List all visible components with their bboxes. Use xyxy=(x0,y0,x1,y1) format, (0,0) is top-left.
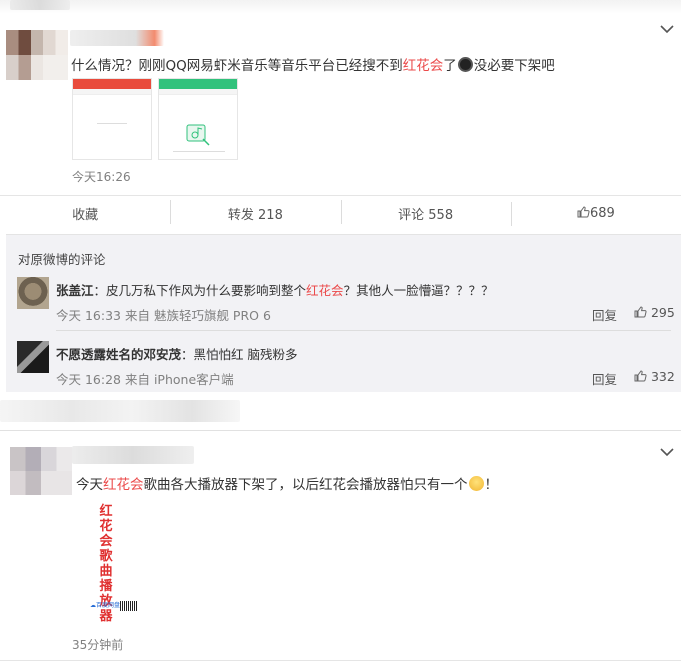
topic-link[interactable]: 红花会 xyxy=(403,58,444,74)
post-text-start: 今天 xyxy=(76,477,103,493)
comment-like-button[interactable]: 332 xyxy=(634,369,675,384)
post-text-mid: 了 xyxy=(443,58,457,74)
post-divider xyxy=(0,430,681,431)
comment-meta: 今天 16:33 来自 魅族轻巧旗舰 PRO 6 xyxy=(56,308,271,323)
image-thumbnail[interactable]: 红花会歌曲播放器 ☁百度网盘 xyxy=(86,500,142,624)
thumbs-up-icon xyxy=(577,206,590,221)
reply-button[interactable]: 回复 xyxy=(592,369,617,388)
comment-author[interactable]: 张盖江 xyxy=(56,283,94,298)
like-count: 689 xyxy=(589,206,615,221)
comment-divider xyxy=(56,330,671,331)
image-thumbnail[interactable] xyxy=(72,78,152,160)
avatar[interactable] xyxy=(17,341,49,373)
blurred-strip xyxy=(10,0,70,10)
comment-like-button[interactable]: 295 xyxy=(634,305,675,320)
poster-brand: 百度网盘 xyxy=(96,602,121,609)
comments-header: 对原微博的评论 xyxy=(18,252,106,267)
post-text-after: 歌曲各大播放器下架了，以后红花会播放器怕只有一个 xyxy=(143,477,468,493)
emoji-icon xyxy=(468,476,484,491)
favorite-button[interactable]: 收藏 xyxy=(0,204,170,223)
username-blurred[interactable] xyxy=(72,446,194,464)
chevron-down-icon[interactable] xyxy=(660,22,674,38)
post-text-before: 什么情况？刚刚QQ网易虾米音乐等音乐平台已经搜不到 xyxy=(71,58,403,74)
post-text: 今天红花会歌曲各大播放器下架了，以后红花会播放器怕只有一个 ！ xyxy=(76,473,498,493)
comment-button[interactable]: 评论 558 xyxy=(340,200,511,224)
post-time[interactable]: 35分钟前 xyxy=(72,636,123,653)
comment-text-before: 皮几万私下作风为什么要影响到整个 xyxy=(106,283,307,298)
barcode-icon xyxy=(120,601,138,611)
comment-author[interactable]: 不愿透露姓名的邓安茂 xyxy=(56,347,181,362)
reply-button[interactable]: 回复 xyxy=(592,305,617,324)
post-text-end: ！ xyxy=(484,477,499,493)
emoji-icon xyxy=(457,57,473,72)
post-time[interactable]: 今天16:26 xyxy=(72,168,131,185)
topic-link[interactable]: 红花会 xyxy=(306,283,344,298)
comment-text: 不愿透露姓名的邓安茂：黑怕怕红 脑残粉多 xyxy=(56,344,298,363)
chevron-down-icon[interactable] xyxy=(660,445,674,461)
comment-separator: ： xyxy=(93,283,107,298)
thumbs-up-icon xyxy=(634,369,647,384)
repost-button[interactable]: 转发 218 xyxy=(170,200,340,224)
like-count: 295 xyxy=(650,305,675,320)
comment-separator: ： xyxy=(181,347,194,362)
music-search-empty-icon xyxy=(185,123,211,151)
thumbs-up-icon xyxy=(634,305,647,320)
image-thumbnail[interactable] xyxy=(158,78,238,160)
bottom-divider xyxy=(0,660,681,661)
comment-meta: 今天 16:28 来自 iPhone客户端 xyxy=(56,372,234,387)
top-edge xyxy=(0,0,681,14)
like-button[interactable]: 689 xyxy=(510,202,681,226)
avatar[interactable] xyxy=(6,30,68,80)
like-count: 332 xyxy=(650,369,675,384)
comment-body: 黑怕怕红 脑残粉多 xyxy=(193,347,298,362)
post-text-after: 没必要下架吧 xyxy=(473,58,555,74)
comment-text-after: ？其他人一脸懵逼？？？？ xyxy=(343,283,494,298)
topic-link[interactable]: 红花会 xyxy=(103,477,144,493)
original-post-comments: 对原微博的评论 张盖江：皮几万私下作风为什么要影响到整个红花会？其他人一脸懵逼？… xyxy=(6,234,681,392)
username-blurred[interactable] xyxy=(70,30,164,46)
post-text: 什么情况？刚刚QQ网易虾米音乐等音乐平台已经搜不到红花会了 没必要下架吧 xyxy=(71,54,555,74)
avatar[interactable] xyxy=(10,447,72,495)
avatar[interactable] xyxy=(17,277,49,309)
baidu-netdisk-logo: ☁百度网盘 xyxy=(90,600,120,609)
blurred-strip xyxy=(0,400,240,422)
action-bar: 收藏 转发 218 评论 558 689 xyxy=(0,195,681,231)
comment-text: 张盖江：皮几万私下作风为什么要影响到整个红花会？其他人一脸懵逼？？？？ xyxy=(56,280,494,299)
